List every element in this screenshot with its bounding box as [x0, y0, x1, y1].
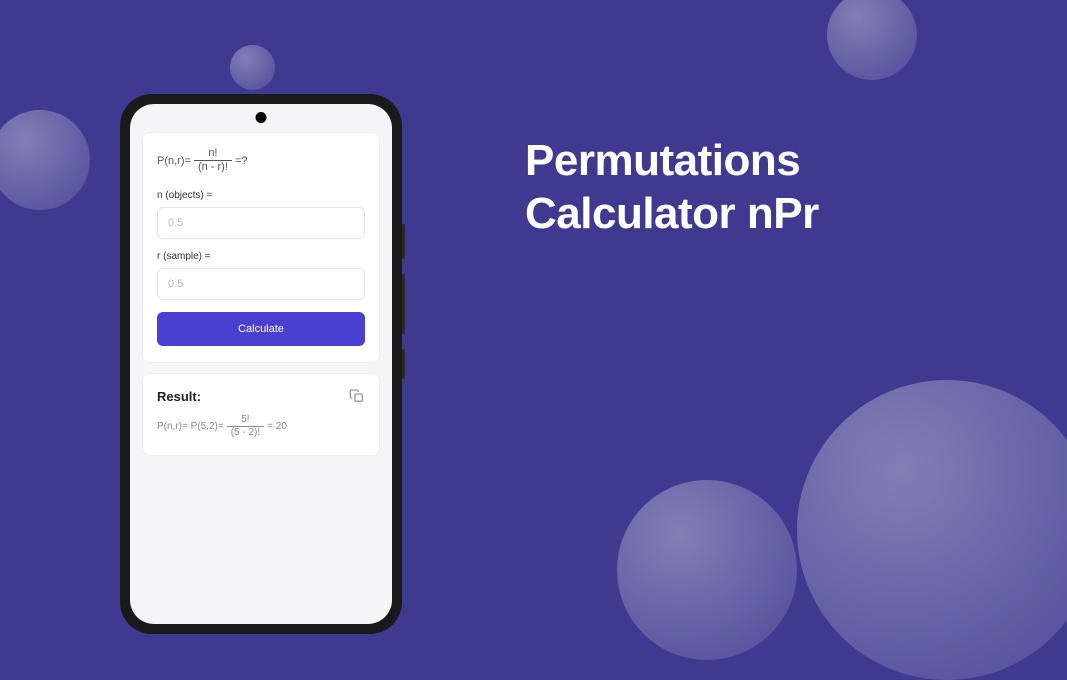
result-value: = 20 [267, 421, 287, 432]
decorative-sphere [230, 45, 275, 90]
page-title: Permutations Calculator nPr [525, 135, 819, 241]
decorative-sphere [827, 0, 917, 80]
phone-side-button [402, 349, 405, 379]
decorative-sphere [617, 480, 797, 660]
result-numerator: 5! [237, 414, 253, 426]
r-sample-label: r (sample) = [157, 251, 365, 262]
result-expression: P(n,r)= P(5,2)= 5! (5 - 2)! = 20 [157, 414, 365, 439]
result-card: Result: P(n,r)= P(5,2)= 5! (5 - 2)! = 20 [142, 373, 380, 456]
phone-side-button [402, 274, 405, 334]
formula-fraction: n! (n - r)! [194, 147, 232, 174]
decorative-sphere [797, 380, 1067, 680]
formula-display: P(n,r)= n! (n - r)! =? [157, 147, 365, 174]
calculate-button[interactable]: Calculate [157, 312, 365, 346]
headline-line2: Calculator nPr [525, 188, 819, 241]
r-sample-input[interactable] [157, 268, 365, 300]
copy-icon[interactable] [349, 388, 365, 404]
formula-lhs: P(n,r)= [157, 155, 191, 167]
formula-numerator: n! [204, 147, 221, 160]
n-objects-input[interactable] [157, 207, 365, 239]
calculator-card: P(n,r)= n! (n - r)! =? n (objects) = r (… [142, 132, 380, 363]
formula-denominator: (n - r)! [194, 160, 232, 174]
phone-mockup: P(n,r)= n! (n - r)! =? n (objects) = r (… [120, 94, 402, 634]
headline-line1: Permutations [525, 135, 819, 188]
result-fraction: 5! (5 - 2)! [227, 414, 264, 439]
n-objects-label: n (objects) = [157, 190, 365, 201]
phone-side-button [402, 224, 405, 259]
result-title: Result: [157, 389, 201, 404]
decorative-sphere [0, 110, 90, 210]
phone-screen: P(n,r)= n! (n - r)! =? n (objects) = r (… [130, 104, 392, 624]
formula-rhs: =? [235, 155, 248, 167]
result-header: Result: [157, 388, 365, 404]
result-prefix: P(n,r)= P(5,2)= [157, 421, 224, 432]
result-denominator: (5 - 2)! [227, 426, 264, 439]
